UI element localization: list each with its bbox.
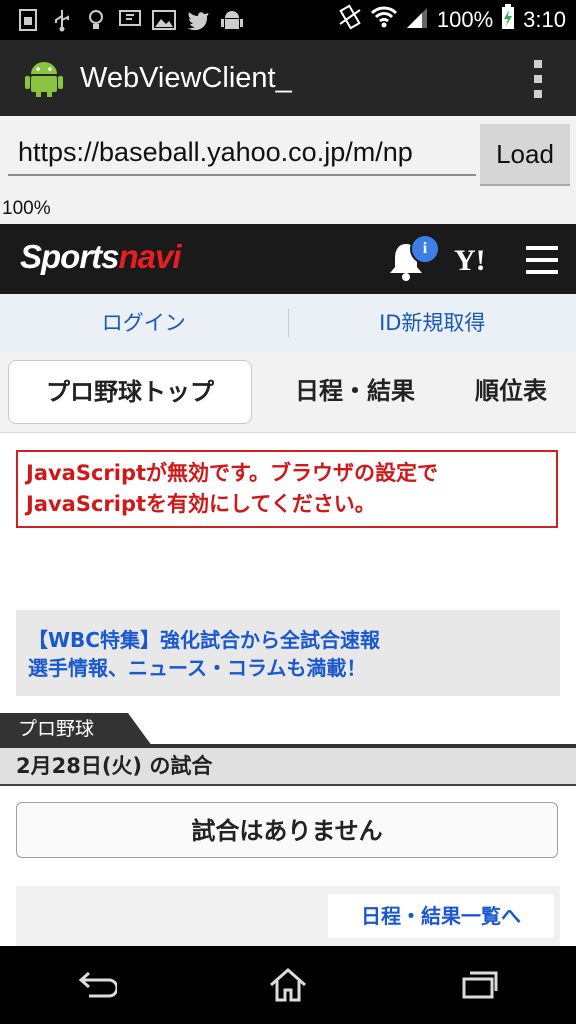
yahoo-logo[interactable]: Y!	[454, 244, 486, 278]
register-link[interactable]: ID新規取得	[289, 294, 576, 352]
tab-standings[interactable]: 順位表	[456, 352, 566, 432]
wbc-banner[interactable]: 【WBC特集】強化試合から全試合速報 選手情報、ニュース・コラムも満載！	[16, 610, 560, 696]
usb-icon	[50, 8, 74, 32]
battery-charging-icon	[501, 4, 515, 36]
lightbulb-icon	[84, 8, 108, 32]
battery-text: 100%	[436, 7, 494, 32]
status-bar: 100% 3:10	[0, 0, 576, 40]
logo-part-sports: Sports	[20, 238, 120, 275]
message-icon	[118, 8, 142, 32]
app-title: WebViewClient_	[80, 61, 292, 94]
progress-text: 100%	[2, 198, 51, 219]
recent-apps-icon[interactable]	[450, 960, 510, 1010]
baseball-tabs: プロ野球トップ 日程・結果 順位表	[0, 352, 576, 433]
tab-baseball-top[interactable]: プロ野球トップ	[8, 360, 252, 424]
action-bar: WebViewClient_	[0, 40, 576, 116]
warning-line-2: JavaScriptを有効にしてください。	[26, 492, 376, 516]
url-input[interactable]	[8, 130, 476, 176]
signal-icon	[405, 6, 429, 34]
javascript-warning: JavaScriptが無効です。ブラウザの設定で JavaScriptを有効にし…	[16, 450, 558, 528]
notification-badge: i	[410, 234, 440, 264]
image-icon	[152, 8, 176, 32]
date-divider	[0, 784, 576, 786]
overflow-menu-icon[interactable]	[530, 60, 546, 98]
back-icon[interactable]	[66, 960, 126, 1010]
date-heading: 2月28日(火) の試合	[0, 748, 576, 784]
tab-schedule-results[interactable]: 日程・結果	[270, 352, 440, 432]
category-label: プロ野球	[0, 713, 152, 746]
login-link[interactable]: ログイン	[0, 294, 288, 352]
hamburger-menu-icon[interactable]	[526, 246, 558, 274]
navigation-bar	[0, 946, 576, 1024]
android-app-icon	[22, 56, 66, 100]
login-bar: ログイン ID新規取得	[0, 294, 576, 353]
banner-line-1: 【WBC特集】強化試合から全試合速報	[28, 628, 380, 652]
sim-card-icon	[16, 8, 40, 32]
android-icon	[220, 8, 244, 32]
vibrate-icon	[337, 4, 363, 36]
wifi-icon	[370, 6, 397, 34]
url-area: Load 100%	[0, 116, 576, 224]
banner-line-2: 選手情報、ニュース・コラムも満載！	[28, 656, 367, 680]
no-games-box: 試合はありません	[16, 802, 558, 858]
home-icon[interactable]	[258, 960, 318, 1010]
warning-line-1: JavaScriptが無効です。ブラウザの設定で	[26, 461, 438, 485]
schedule-results-link[interactable]: 日程・結果一覧へ	[328, 894, 554, 938]
logo-part-navi: navi	[118, 238, 182, 275]
load-button[interactable]: Load	[480, 124, 570, 186]
sportsnavi-logo[interactable]: Sportsnavi	[20, 238, 182, 276]
twitter-icon	[186, 8, 210, 32]
site-header: Sportsnavi i Y!	[0, 224, 576, 294]
clock: 3:10	[523, 7, 566, 32]
